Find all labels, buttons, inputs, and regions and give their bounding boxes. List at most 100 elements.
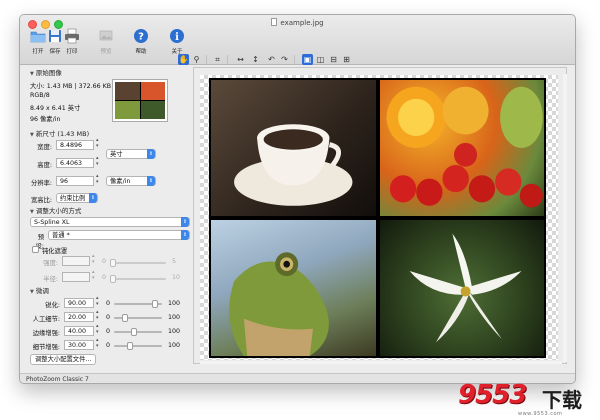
- radius-stepper[interactable]: [92, 269, 97, 282]
- fine-tune-value-input[interactable]: 40.00: [64, 326, 94, 336]
- flip-vertical-icon: ↕: [252, 55, 259, 64]
- radius-input[interactable]: [62, 272, 90, 282]
- radius-min: 0: [102, 274, 107, 281]
- vertical-scrollbar[interactable]: [563, 74, 567, 362]
- zoom-tool-icon: ⚲: [193, 55, 200, 64]
- preview-icon: [99, 30, 113, 41]
- height-label: 高度:: [37, 162, 52, 169]
- window-title: example.jpg: [20, 18, 575, 27]
- size-unit-select[interactable]: 英寸 ⇕: [106, 149, 156, 159]
- fine-tune-label: 人工细节:: [32, 316, 60, 323]
- toolbar-divider: [227, 55, 228, 64]
- resolution-stepper[interactable]: [96, 173, 101, 186]
- print-button[interactable]: 打印: [60, 28, 84, 55]
- hand-tool-icon: ✋: [178, 55, 189, 64]
- resize-method-select[interactable]: S-Spline XL ⇕: [30, 217, 190, 227]
- coffee-cup-graphic: [234, 124, 353, 206]
- height-input[interactable]: 6.4063: [56, 158, 94, 168]
- radius-slider-knob[interactable]: [110, 275, 116, 283]
- help-icon: ?: [134, 29, 148, 43]
- preview-image[interactable]: [209, 78, 546, 358]
- resolution-input[interactable]: 96: [56, 176, 94, 186]
- strength-slider[interactable]: [110, 259, 166, 267]
- fruits-graphic: [386, 86, 543, 208]
- radius-slider[interactable]: [110, 275, 166, 283]
- print-button-label: 打印: [66, 49, 78, 55]
- aspect-ratio-select[interactable]: 约束比例 ⇕: [56, 193, 98, 203]
- rotate-right-button[interactable]: ↷: [279, 54, 290, 65]
- svg-text:?: ?: [138, 32, 144, 43]
- fine-tune-stepper[interactable]: [96, 295, 101, 308]
- view-split-vertical-button[interactable]: ◫: [315, 54, 326, 65]
- fine-tune-stepper[interactable]: [96, 323, 101, 336]
- strength-slider-knob[interactable]: [110, 259, 116, 267]
- fine-tune-slider[interactable]: [114, 342, 162, 350]
- fine-tune-slider-knob[interactable]: [152, 300, 158, 308]
- resize-profiles-button[interactable]: 调整大小配置文件...: [30, 354, 97, 365]
- fine-tune-section-header[interactable]: ▼ 微调: [30, 285, 49, 295]
- about-button[interactable]: i 关于: [165, 28, 189, 55]
- toolbar-divider: [206, 55, 207, 64]
- view-split-horizontal-button[interactable]: ⊟: [328, 54, 339, 65]
- width-label: 宽度:: [37, 144, 52, 151]
- fine-tune-slider-knob[interactable]: [127, 342, 133, 350]
- fine-tune-slider[interactable]: [114, 328, 162, 336]
- flip-vertical-button[interactable]: ↕: [250, 54, 261, 65]
- original-header-text: 原始图像: [35, 69, 62, 77]
- fine-tune-slider-knob[interactable]: [131, 328, 137, 336]
- view-quad-button[interactable]: ⊞: [341, 54, 352, 65]
- resize-method-section-header[interactable]: ▼ 调整大小的方式: [30, 205, 81, 215]
- fine-tune-header-text: 微调: [35, 287, 49, 295]
- new-size-section-header[interactable]: ▼ 新尺寸 (1.43 MB): [30, 128, 89, 138]
- width-stepper[interactable]: [96, 137, 101, 150]
- sharpen-mask-checkbox[interactable]: [32, 246, 39, 253]
- fine-tune-label: 细节增强:: [32, 344, 60, 351]
- hand-tool-button[interactable]: ✋: [178, 54, 189, 65]
- fine-tune-slider-knob[interactable]: [122, 314, 128, 322]
- horizontal-scrollbar[interactable]: [200, 361, 562, 364]
- strength-input[interactable]: [62, 256, 90, 266]
- fine-tune-slider[interactable]: [114, 314, 162, 322]
- info-icon: i: [170, 29, 184, 43]
- preset-select[interactable]: 普通 * ⇕: [48, 230, 190, 240]
- fine-tune-value-input[interactable]: 90.00: [64, 298, 94, 308]
- disclosure-down-icon: ▼: [30, 209, 34, 215]
- resolution-unit-select[interactable]: 像素/in ⇕: [106, 176, 156, 186]
- preview-button-label: 预览: [100, 49, 112, 55]
- photo-frog: [211, 220, 376, 356]
- width-input[interactable]: 8.4896: [56, 140, 94, 150]
- fine-tune-min: 0: [106, 342, 111, 349]
- crop-tool-button[interactable]: ⌗: [212, 54, 223, 65]
- lily-graphic: [409, 233, 521, 343]
- original-size-text: 大小: 1.43 MB | 372.66 KB: [30, 83, 112, 90]
- original-section-header[interactable]: ▼ 原始图像: [30, 67, 62, 77]
- help-button[interactable]: ? 帮助: [129, 28, 153, 55]
- aspect-ratio-label: 宽高比:: [30, 197, 52, 204]
- fine-tune-max: 100: [168, 342, 181, 349]
- disclosure-down-icon: ▼: [30, 289, 34, 295]
- rotate-left-button[interactable]: ↶: [266, 54, 277, 65]
- new-size-header-text: 新尺寸 (1.43 MB): [35, 130, 90, 138]
- height-stepper[interactable]: [96, 155, 101, 168]
- view-single-button[interactable]: ▣: [302, 54, 313, 65]
- view-single-icon: ▣: [303, 55, 312, 64]
- help-button-label: 帮助: [135, 49, 147, 55]
- flip-horizontal-button[interactable]: ↔: [235, 54, 246, 65]
- fine-tune-stepper[interactable]: [96, 309, 101, 322]
- strength-max: 5: [172, 258, 177, 265]
- fine-tune-max: 100: [168, 300, 181, 307]
- thumbnail-grid: [115, 82, 165, 119]
- fine-tune-slider[interactable]: [114, 300, 162, 308]
- zoom-tool-button[interactable]: ⚲: [191, 54, 202, 65]
- disclosure-down-icon: ▼: [30, 71, 34, 77]
- frog-graphic: [229, 252, 329, 356]
- strength-stepper[interactable]: [92, 253, 97, 266]
- window-title-text: example.jpg: [280, 19, 324, 27]
- fine-tune-label: 边缘增强:: [32, 330, 60, 337]
- fine-tune-stepper[interactable]: [96, 337, 101, 350]
- original-mode-text: RGB/8: [30, 92, 50, 99]
- fine-tune-value-input[interactable]: 30.00: [64, 340, 94, 350]
- fine-tune-value-input[interactable]: 20.00: [64, 312, 94, 322]
- preview-button[interactable]: 预览: [94, 28, 118, 55]
- rotate-right-icon: ↷: [281, 55, 288, 64]
